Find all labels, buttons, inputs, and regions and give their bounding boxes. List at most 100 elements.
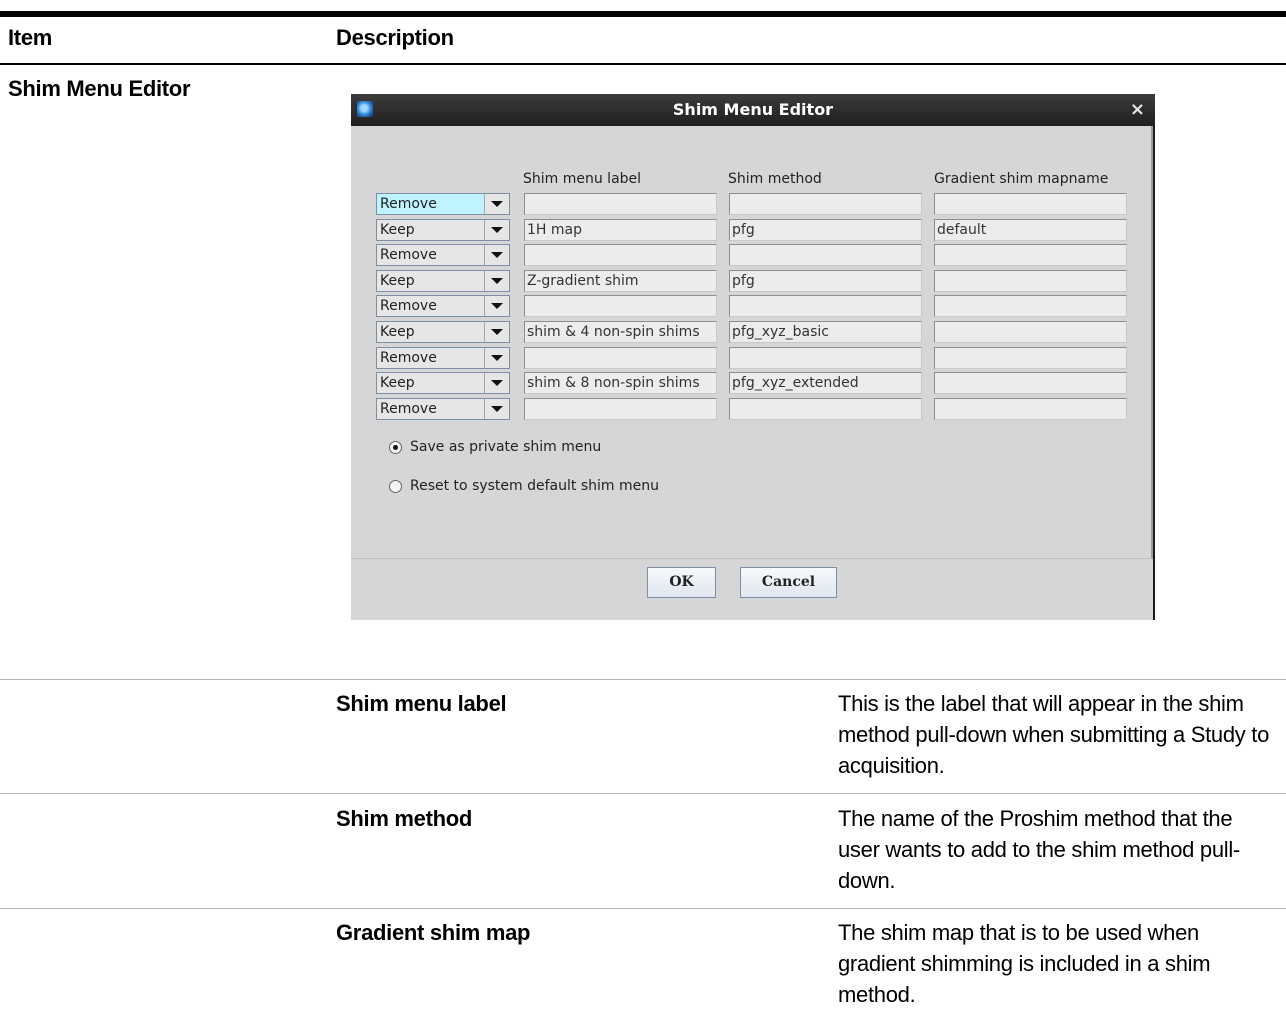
mapname-field[interactable] xyxy=(934,270,1127,292)
action-dropdown[interactable]: Keep xyxy=(376,270,510,292)
column-header-mapname: Gradient shim mapname xyxy=(934,171,1109,187)
mapname-field[interactable]: default xyxy=(934,219,1127,241)
chevron-down-icon xyxy=(491,303,503,309)
header-description: Description xyxy=(336,25,454,50)
action-value: Keep xyxy=(380,324,415,340)
action-value: Keep xyxy=(380,273,415,289)
close-icon[interactable]: × xyxy=(1130,94,1145,126)
chevron-down-icon xyxy=(491,355,503,361)
dropdown-button[interactable] xyxy=(484,373,509,393)
action-dropdown[interactable]: Remove xyxy=(376,347,510,369)
action-dropdown[interactable]: Keep xyxy=(376,372,510,394)
action-dropdown[interactable]: Remove xyxy=(376,398,510,420)
action-dropdown[interactable]: Remove xyxy=(376,193,510,215)
option-label: Save as private shim menu xyxy=(410,439,602,455)
shim-label-field[interactable] xyxy=(524,398,717,420)
action-dropdown[interactable]: Keep xyxy=(376,321,510,343)
dropdown-button[interactable] xyxy=(484,194,509,214)
dialog-edge xyxy=(1153,126,1155,620)
field-value: pfg_xyz_extended xyxy=(732,375,859,391)
def-shim-menu-label: This is the label that will appear in th… xyxy=(838,691,1270,778)
action-value: Remove xyxy=(380,401,437,417)
shim-method-field[interactable] xyxy=(729,398,922,420)
row-rule xyxy=(0,793,1286,794)
mapname-field[interactable] xyxy=(934,398,1127,420)
mapname-field[interactable] xyxy=(934,295,1127,317)
action-value: Remove xyxy=(380,247,437,263)
ok-button[interactable]: OK xyxy=(647,567,716,598)
action-value: Remove xyxy=(380,350,437,366)
action-value: Remove xyxy=(380,298,437,314)
item-label: Shim Menu Editor xyxy=(8,76,191,101)
field-value: shim & 4 non-spin shims xyxy=(527,324,700,340)
header-item: Item xyxy=(8,25,53,50)
dialog-title-bar: Shim Menu Editor × xyxy=(351,94,1155,126)
chevron-down-icon xyxy=(491,329,503,335)
action-value: Keep xyxy=(380,375,415,391)
radio-reset-default[interactable] xyxy=(389,480,402,493)
dropdown-button[interactable] xyxy=(484,296,509,316)
mapname-field[interactable] xyxy=(934,244,1127,266)
action-value: Keep xyxy=(380,222,415,238)
dropdown-button[interactable] xyxy=(484,348,509,368)
shim-method-field[interactable]: pfg_xyz_extended xyxy=(729,372,922,394)
shim-method-field[interactable]: pfg xyxy=(729,270,922,292)
shim-label-field[interactable] xyxy=(524,295,717,317)
dropdown-button[interactable] xyxy=(484,245,509,265)
action-value: Remove xyxy=(380,196,437,212)
dropdown-button[interactable] xyxy=(484,399,509,419)
shim-method-field[interactable] xyxy=(729,347,922,369)
chevron-down-icon xyxy=(491,278,503,284)
shim-label-field[interactable]: 1H map xyxy=(524,219,717,241)
def-gradient-shim-map: The shim map that is to be used when gra… xyxy=(838,920,1211,1007)
action-dropdown[interactable]: Remove xyxy=(376,295,510,317)
shim-method-field[interactable]: pfg_xyz_basic xyxy=(729,321,922,343)
mapname-field[interactable] xyxy=(934,347,1127,369)
header-rule xyxy=(0,63,1286,65)
action-dropdown[interactable]: Remove xyxy=(376,244,510,266)
chevron-down-icon xyxy=(491,227,503,233)
shim-method-field[interactable] xyxy=(729,295,922,317)
dropdown-button[interactable] xyxy=(484,220,509,240)
field-value: shim & 8 non-spin shims xyxy=(527,375,700,391)
chevron-down-icon xyxy=(491,380,503,386)
term-shim-method: Shim method xyxy=(336,806,473,831)
dropdown-button[interactable] xyxy=(484,271,509,291)
shim-menu-editor-dialog: Shim Menu Editor × Shim menu label Shim … xyxy=(351,94,1155,620)
action-dropdown[interactable]: Keep xyxy=(376,219,510,241)
dialog-title: Shim Menu Editor xyxy=(672,100,834,119)
top-rule xyxy=(0,11,1286,17)
def-shim-method: The name of the Proshim method that the … xyxy=(838,806,1240,893)
field-value: pfg xyxy=(732,273,755,289)
shim-method-field[interactable] xyxy=(729,244,922,266)
shim-label-field[interactable] xyxy=(524,347,717,369)
shim-label-field[interactable]: shim & 8 non-spin shims xyxy=(524,372,717,394)
field-value: 1H map xyxy=(527,222,582,238)
row-rule xyxy=(0,908,1286,909)
shim-label-field[interactable]: Z-gradient shim xyxy=(524,270,717,292)
shim-method-field[interactable] xyxy=(729,193,922,215)
shim-label-field[interactable]: shim & 4 non-spin shims xyxy=(524,321,717,343)
chevron-down-icon xyxy=(491,201,503,207)
mapname-field[interactable] xyxy=(934,372,1127,394)
field-value: pfg_xyz_basic xyxy=(732,324,829,340)
cancel-button[interactable]: Cancel xyxy=(740,567,837,598)
column-header-label: Shim menu label xyxy=(523,171,642,187)
shim-label-field[interactable] xyxy=(524,193,717,215)
field-value: pfg xyxy=(732,222,755,238)
shim-label-field[interactable] xyxy=(524,244,717,266)
option-label: Reset to system default shim menu xyxy=(410,478,659,494)
term-gradient-shim-map: Gradient shim map xyxy=(336,920,531,945)
chevron-down-icon xyxy=(491,252,503,258)
term-shim-menu-label: Shim menu label xyxy=(336,691,507,716)
row-rule xyxy=(0,679,1286,680)
field-value: Z-gradient shim xyxy=(527,273,639,289)
mapname-field[interactable] xyxy=(934,193,1127,215)
field-value: default xyxy=(937,222,987,238)
dropdown-button[interactable] xyxy=(484,322,509,342)
column-header-method: Shim method xyxy=(728,171,822,187)
chevron-down-icon xyxy=(491,406,503,412)
mapname-field[interactable] xyxy=(934,321,1127,343)
radio-save-private[interactable] xyxy=(389,441,402,454)
shim-method-field[interactable]: pfg xyxy=(729,219,922,241)
